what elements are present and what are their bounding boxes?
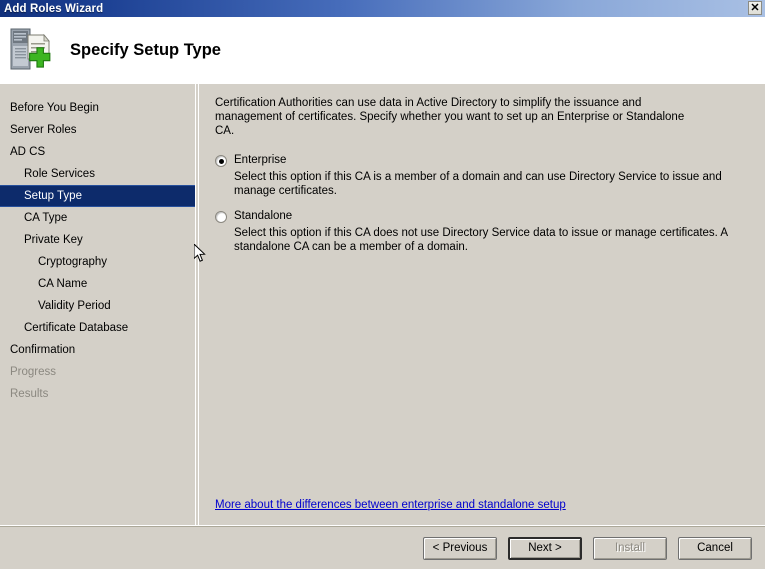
radio-standalone[interactable] [215,211,227,223]
add-roles-wizard-window: Add Roles Wizard ✕ Specify Setup Type Be… [0,0,765,569]
wizard-header: Specify Setup Type [0,17,765,84]
enterprise-label: Enterprise [234,154,287,166]
more-info-link[interactable]: More about the differences between enter… [215,499,566,511]
previous-button[interactable]: < Previous [423,536,497,560]
sidebar-item-ad-cs[interactable]: AD CS [0,141,195,163]
sidebar-item-ca-type[interactable]: CA Type [0,207,195,229]
sidebar-item-validity-period[interactable]: Validity Period [0,295,195,317]
sidebar-item-results: Results [10,388,49,400]
sidebar-item-progress: Progress [10,366,57,378]
sidebar-item-role-services[interactable]: Role Services [0,163,195,185]
sidebar-item-setup-type[interactable]: Setup Type [0,185,195,207]
sidebar-item-ca-name[interactable]: CA Name [0,273,195,295]
standalone-label: Standalone [234,210,293,222]
sidebar-item-server-roles[interactable]: Server Roles [0,119,195,141]
intro-text: Certification Authorities can use data i… [215,97,685,137]
sidebar-item-certificate-database[interactable]: Certificate Database [0,317,195,339]
server-certificate-add-icon [8,26,60,76]
window-title: Add Roles Wizard [4,2,104,15]
close-icon[interactable]: ✕ [748,1,762,15]
enterprise-description: Select this option if this CA is a membe… [234,171,722,197]
wizard-footer: < Previous Next > Install Cancel [0,527,765,569]
wizard-step-nav: Before You Begin Server Roles AD CS Role… [0,84,195,525]
sidebar-item-before-you-begin[interactable]: Before You Begin [0,97,195,119]
standalone-radio-row[interactable]: Standalone [215,210,749,223]
next-button[interactable]: Next > [508,536,582,560]
page-title: Specify Setup Type [70,41,221,59]
setup-type-option-enterprise: Enterprise Select this option if this CA… [215,154,749,198]
wizard-body: Before You Begin Server Roles AD CS Role… [0,84,765,525]
sidebar-item-cryptography[interactable]: Cryptography [0,251,195,273]
install-button: Install [593,536,667,560]
enterprise-radio-row[interactable]: Enterprise [215,154,749,167]
cancel-button[interactable]: Cancel [678,536,752,560]
standalone-description: Select this option if this CA does not u… [234,227,728,253]
setup-type-option-standalone: Standalone Select this option if this CA… [215,210,749,254]
radio-enterprise[interactable] [215,155,227,167]
title-bar: Add Roles Wizard ✕ [0,0,765,17]
sidebar-item-private-key[interactable]: Private Key [0,229,195,251]
wizard-content-panel: Certification Authorities can use data i… [199,84,765,525]
sidebar-item-confirmation[interactable]: Confirmation [0,339,195,361]
